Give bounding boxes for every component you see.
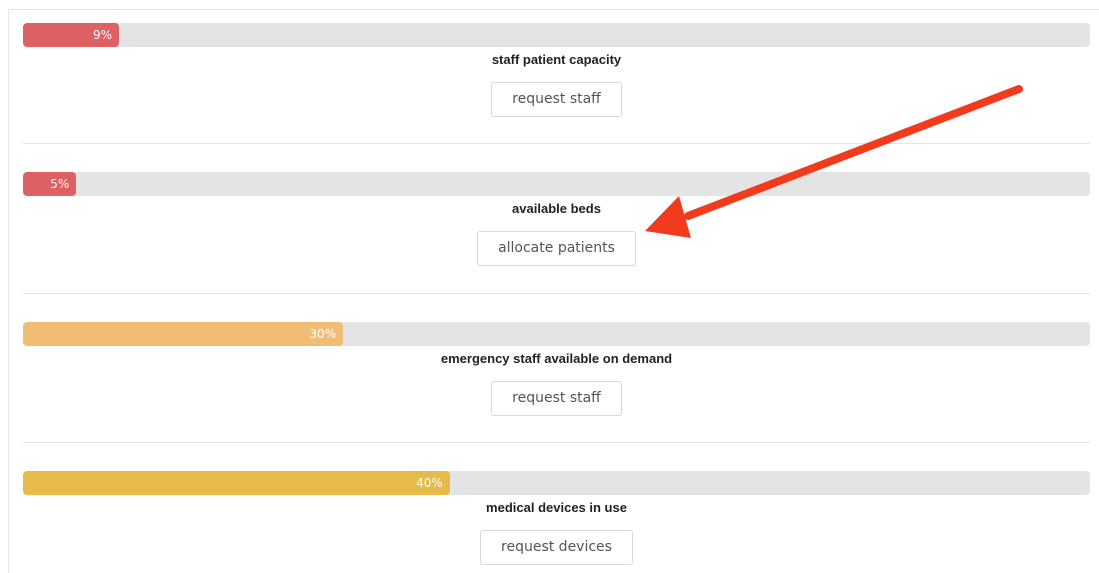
progress-bar-track: 5%	[23, 172, 1090, 196]
progress-bar-track: 30%	[23, 322, 1090, 346]
request-staff-button[interactable]: request staff	[491, 82, 622, 117]
metric-title: emergency staff available on demand	[440, 351, 673, 366]
metric-medical-devices: 40% medical devices in use request devic…	[23, 471, 1090, 565]
metric-title: available beds	[512, 201, 601, 216]
progress-bar-fill: 30%	[23, 322, 344, 346]
allocate-patients-button[interactable]: allocate patients	[477, 231, 636, 266]
progress-bar-track: 40%	[23, 471, 1090, 495]
metric-available-beds: 5% available beds allocate patients	[23, 172, 1090, 266]
progress-bar-fill: 40%	[23, 471, 450, 495]
divider	[23, 293, 1090, 294]
progress-percent-label: 30%	[309, 327, 337, 341]
progress-percent-label: 9%	[92, 28, 113, 42]
metric-title: staff patient capacity	[491, 52, 622, 67]
progress-bar-track: 9%	[23, 23, 1090, 47]
metric-staff-patient-capacity: 9% staff patient capacity request staff	[23, 23, 1090, 117]
divider	[23, 143, 1090, 144]
metric-emergency-staff: 30% emergency staff available on demand …	[23, 322, 1090, 416]
progress-bar-fill: 5%	[23, 172, 77, 196]
request-emergency-staff-button[interactable]: request staff	[491, 381, 622, 416]
metric-title: medical devices in use	[486, 500, 627, 515]
divider	[23, 442, 1090, 443]
progress-percent-label: 40%	[416, 476, 443, 490]
request-devices-button[interactable]: request devices	[480, 530, 633, 565]
progress-percent-label: 5%	[50, 177, 70, 191]
progress-bar-fill: 9%	[23, 23, 120, 47]
